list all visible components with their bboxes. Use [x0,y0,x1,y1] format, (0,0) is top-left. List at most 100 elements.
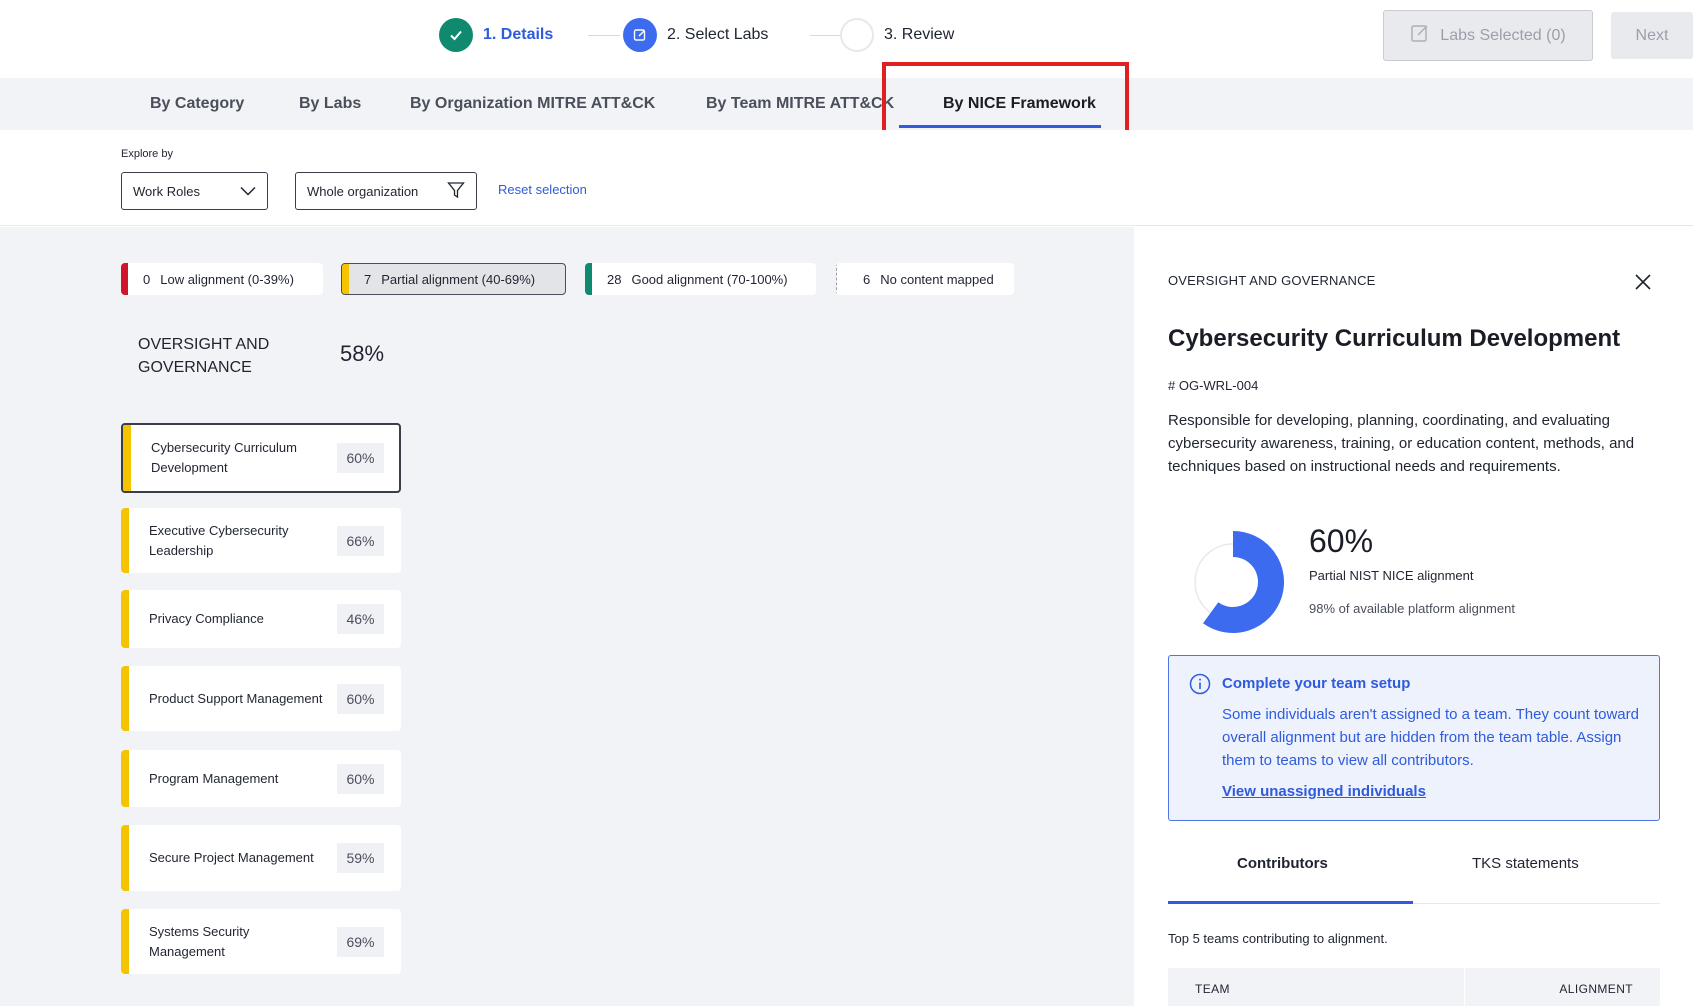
legend-label: No content mapped [880,271,994,287]
tab-contributors[interactable]: Contributors [1237,855,1328,872]
edit-note-icon [1410,23,1430,48]
step-connector [810,35,840,36]
role-percent: 66% [337,525,384,556]
role-color-bar [121,666,129,731]
info-icon [1189,673,1211,695]
tab-by-labs[interactable]: By Labs [299,78,361,130]
role-percent: 46% [337,604,384,634]
column-header-alignment[interactable]: ALIGNMENT [1559,982,1633,996]
role-color-bar [121,508,129,573]
legend-count: 28 [607,271,622,287]
column-divider [1464,968,1465,1006]
work-roles-select[interactable]: Work Roles [121,172,268,210]
alignment-donut-chart [1194,531,1284,633]
legend-good-alignment[interactable]: 28 Good alignment (70-100%) [585,263,816,295]
tab-by-organization-mitre[interactable]: By Organization MITRE ATT&CK [410,78,655,130]
platform-alignment-label: 98% of available platform alignment [1309,601,1515,616]
role-color-bar [121,909,129,974]
role-percent: 59% [337,843,384,873]
top-teams-caption: Top 5 teams contributing to alignment. [1168,931,1388,946]
edit-icon [623,18,657,52]
team-setup-notice: Complete your team setup Some individual… [1168,655,1660,821]
legend-color-bar [585,263,592,295]
panel-description: Responsible for developing, planning, co… [1168,412,1635,475]
check-icon [439,18,473,52]
legend-count: 0 [143,271,151,287]
role-color-bar [121,750,129,807]
reset-selection-link[interactable]: Reset selection [498,182,587,197]
role-card-privacy-compliance[interactable]: Privacy Compliance 46% [121,590,401,648]
role-name: Privacy Compliance [149,611,264,626]
role-name: Program Management [149,770,279,786]
panel-role-code: # OG-WRL-004 [1168,378,1259,393]
role-color-bar [121,825,129,891]
labs-selected-button[interactable]: Labs Selected (0) [1383,10,1593,61]
legend-count: 6 [863,271,871,287]
role-card-systems-security-management[interactable]: Systems Security Management 69% [121,909,401,974]
step-select-labs-label: 2. Select Labs [667,26,769,43]
panel-percent: 60% [1309,523,1374,559]
role-percent: 60% [337,443,384,473]
top-bar: 1. Details 2. Select Labs 3. Review Labs… [0,0,1693,78]
role-name: Product Support Management [149,690,323,706]
legend-no-content[interactable]: 6 No content mapped [836,263,1014,295]
step-review[interactable]: 3. Review [840,18,954,52]
legend-label: Good alignment (70-100%) [631,271,788,287]
role-percent: 60% [337,763,384,794]
legend-color-bar [836,263,842,295]
role-name: Secure Project Management [149,850,314,865]
view-unassigned-link[interactable]: View unassigned individuals [1222,783,1426,800]
column-header-team[interactable]: TEAM [1195,982,1230,996]
panel-category: OVERSIGHT AND GOVERNANCE [1168,273,1376,288]
next-button[interactable]: Next [1611,12,1693,59]
step-details[interactable]: 1. Details [439,18,553,52]
close-icon[interactable] [1632,271,1654,293]
role-card-executive-cybersecurity-leadership[interactable]: Executive Cybersecurity Leadership 66% [121,508,401,573]
step-details-label: 1. Details [483,26,554,43]
legend-color-bar [342,264,349,294]
organization-filter-value: Whole organization [307,183,419,199]
role-card-program-management[interactable]: Program Management 60% [121,750,401,807]
tab-bar: By Category By Labs By Organization MITR… [0,78,1693,130]
filter-icon [447,181,465,202]
role-percent: 69% [337,926,384,957]
role-card-product-support-management[interactable]: Product Support Management 60% [121,666,401,731]
legend-partial-alignment[interactable]: 7 Partial alignment (40-69%) [341,263,566,295]
step-connector [588,35,620,36]
role-card-secure-project-management[interactable]: Secure Project Management 59% [121,825,401,891]
tab-tks-statements[interactable]: TKS statements [1472,855,1579,872]
chevron-down-icon [240,184,256,199]
role-name: Cybersecurity Curriculum Development [151,440,297,475]
step-select-labs[interactable]: 2. Select Labs [623,18,768,52]
teams-table-header: TEAM ALIGNMENT [1168,968,1660,1006]
legend-count: 7 [364,271,372,287]
role-card-cybersecurity-curriculum-development[interactable]: Cybersecurity Curriculum Development 60% [121,423,401,493]
circle-icon [840,18,874,52]
group-percent: 58% [340,341,385,366]
notice-text: Some individuals aren't assigned to a te… [1222,706,1639,769]
labs-selected-label: Labs Selected (0) [1440,26,1566,44]
group-title-line: GOVERNANCE [138,359,252,376]
role-percent: 60% [337,683,384,714]
notice-title: Complete your team setup [1222,675,1411,692]
panel-title: Cybersecurity Curriculum Development [1168,325,1621,352]
role-color-bar [121,590,129,648]
legend-low-alignment[interactable]: 0 Low alignment (0-39%) [121,263,323,295]
group-title-line: OVERSIGHT AND [138,336,270,353]
explore-by-label: Explore by [121,148,173,160]
main-content: 0 Low alignment (0-39%) 7 Partial alignm… [0,227,1134,1006]
step-review-label: 3. Review [884,26,955,43]
tab-by-team-mitre[interactable]: By Team MITRE ATT&CK [706,78,894,130]
legend-label: Low alignment (0-39%) [160,271,294,287]
group-title: OVERSIGHT AND GOVERNANCE [138,333,269,379]
organization-filter[interactable]: Whole organization [295,172,477,210]
detail-panel: OVERSIGHT AND GOVERNANCE Cybersecurity C… [1134,227,1693,1006]
work-roles-select-value: Work Roles [133,183,200,199]
tab-by-category[interactable]: By Category [150,78,244,130]
legend-color-bar [121,263,128,295]
role-name: Executive Cybersecurity Leadership [149,522,289,558]
donut-arc [1203,531,1284,633]
role-color-bar [123,425,131,491]
explore-bar: Explore by Work Roles Whole organization… [0,130,1693,226]
alignment-label: Partial NIST NICE alignment [1309,568,1474,583]
